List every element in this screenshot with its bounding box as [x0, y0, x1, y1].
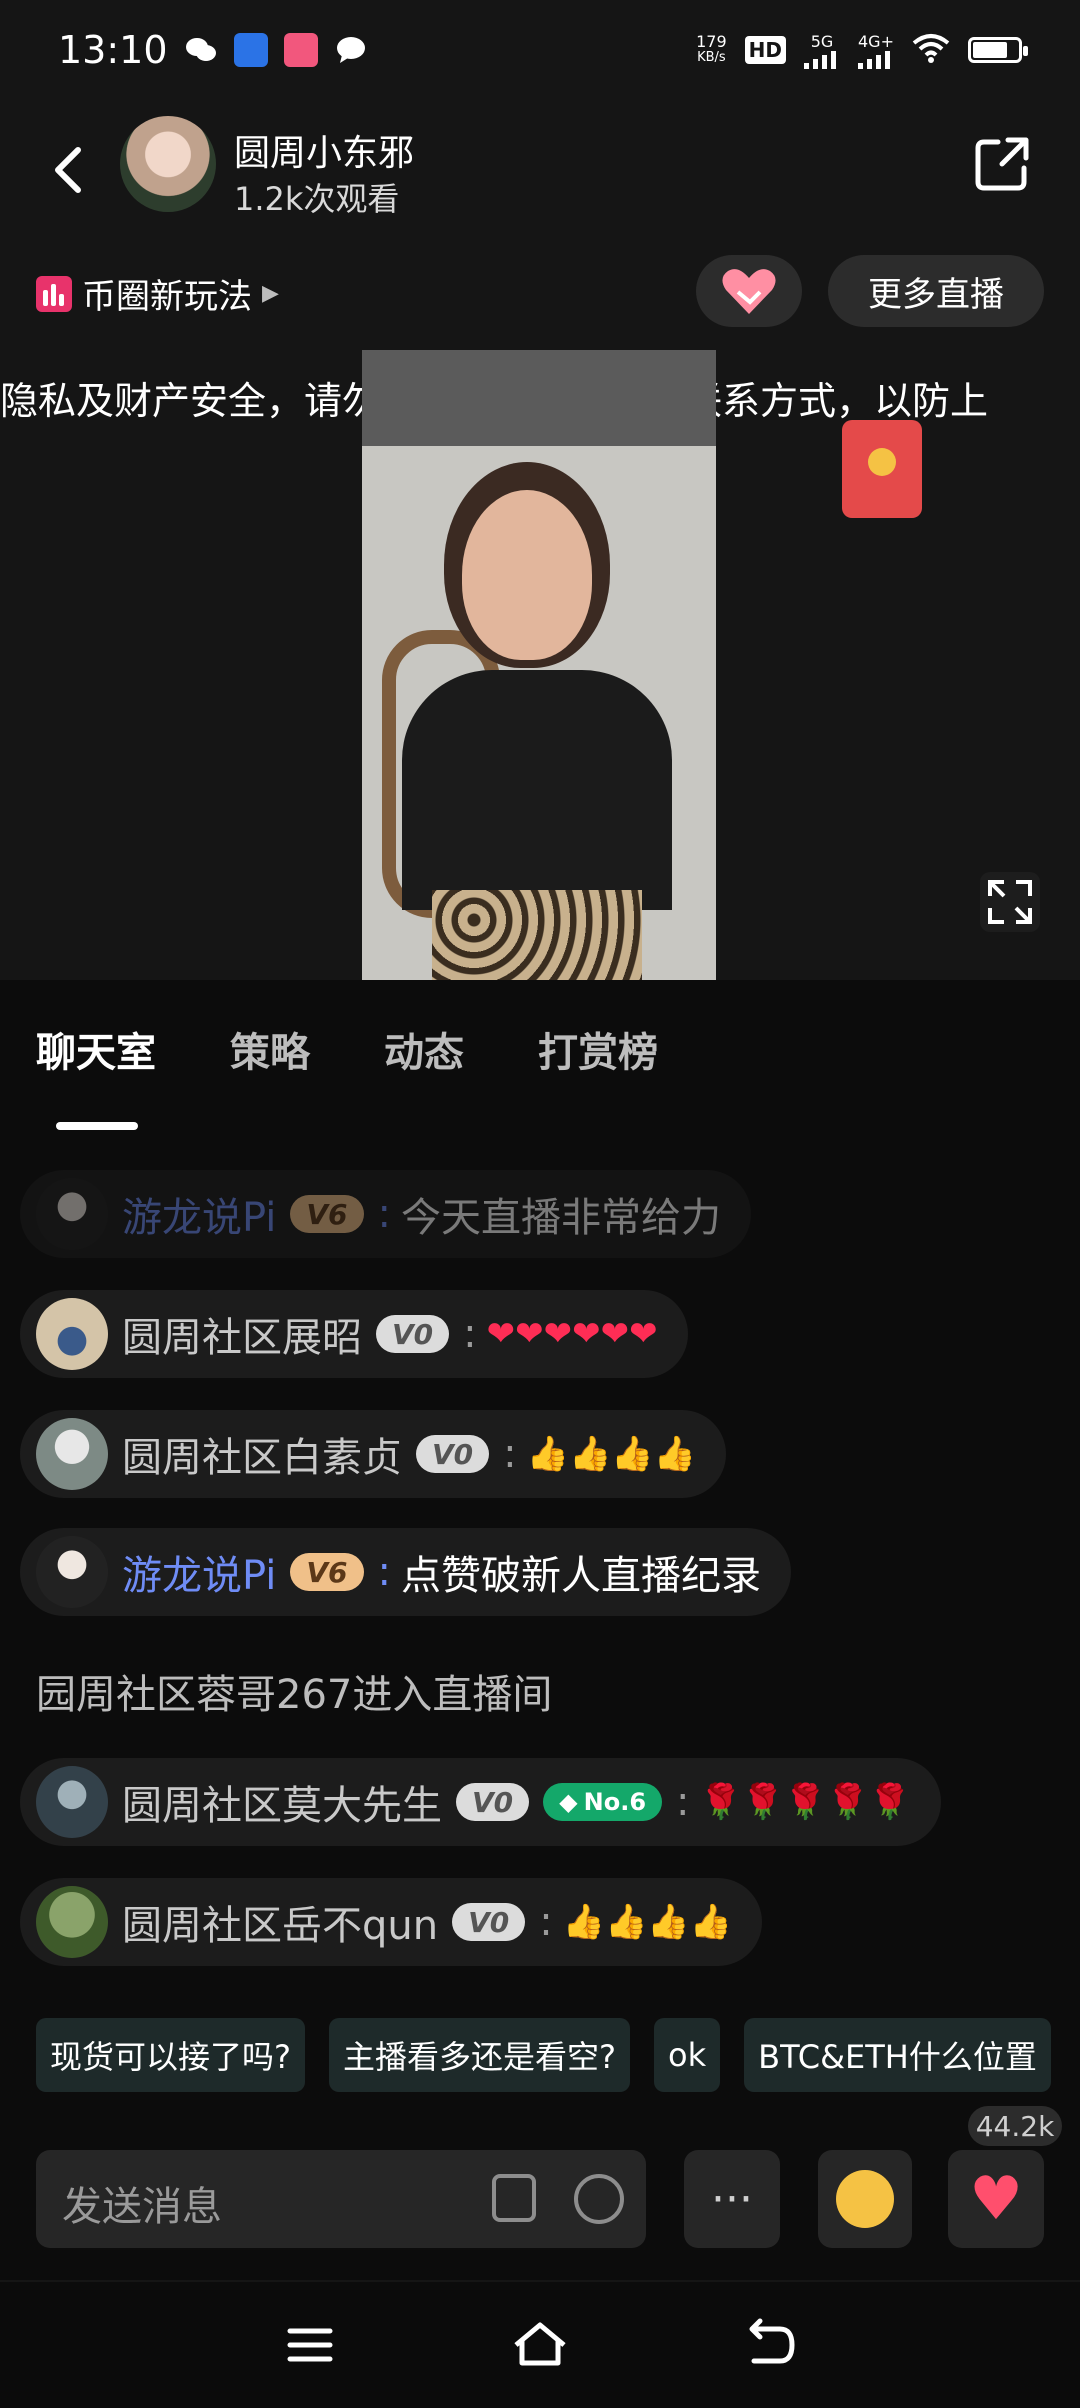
status-bar: 13:10 179 KB/s HD 5G 4G+	[0, 0, 1080, 100]
message-input[interactable]: 发送消息	[36, 2150, 646, 2248]
quick-reply[interactable]: 现货可以接了吗?	[36, 2018, 305, 2092]
chat-message[interactable]: 游龙说Pi V6 : 今天直播非常给力	[20, 1170, 751, 1258]
streamer-skirt	[432, 890, 642, 980]
shopping-app-icon	[283, 33, 318, 67]
quick-replies: 现货可以接了吗? 主播看多还是看空? ok BTC&ETH什么位置	[0, 2018, 1080, 2092]
user-name: 圆周社区白素贞	[122, 1435, 402, 1481]
message-content: 🌹🌹🌹🌹🌹	[699, 1782, 912, 1822]
system-nav-bar	[0, 2282, 1080, 2408]
anchor-name[interactable]: 圆周小东邪	[234, 124, 414, 176]
colon: :	[676, 1779, 690, 1825]
anchor-avatar[interactable]	[120, 116, 216, 212]
user-avatar	[36, 1178, 108, 1250]
user-avatar	[36, 1766, 108, 1838]
user-avatar	[36, 1418, 108, 1490]
red-packet-outline-icon[interactable]	[492, 2174, 536, 2222]
share-icon[interactable]	[972, 134, 1032, 194]
tab-feed[interactable]: 动态	[384, 1020, 464, 1100]
colon: :	[377, 1549, 391, 1595]
live-header: 圆周小东邪 1.2k次观看	[0, 110, 1080, 230]
user-name: 圆周社区岳不qun	[122, 1903, 439, 1949]
user-name: 圆周社区莫大先生	[122, 1783, 442, 1829]
more-button[interactable]: ···	[684, 2150, 780, 2248]
user-avatar	[36, 1298, 108, 1370]
panel-tabs: 聊天室 策略 动态 打赏榜	[0, 1020, 1080, 1130]
streamer-head	[462, 490, 592, 660]
video-top-strip	[362, 350, 716, 446]
message-content: ❤❤❤❤❤❤	[486, 1314, 658, 1354]
chart-bars-icon	[36, 275, 72, 312]
bitcoin-gift-icon[interactable]	[818, 2150, 912, 2248]
emoji-icon[interactable]	[574, 2174, 624, 2224]
like-count: 44.2k	[968, 2106, 1062, 2146]
back-icon[interactable]	[40, 140, 100, 200]
handshake-heart-icon	[722, 269, 776, 314]
battery-icon	[968, 37, 1028, 63]
colon: :	[463, 1311, 477, 1357]
message-bubble-icon	[334, 33, 368, 67]
status-bar-left: 13:10	[58, 28, 368, 72]
tab-chatroom[interactable]: 聊天室	[36, 1020, 156, 1130]
level-badge: V0	[456, 1783, 530, 1821]
live-video[interactable]	[362, 350, 716, 980]
chat-message[interactable]: 圆周社区白素贞 V0 : 👍👍👍👍	[20, 1410, 726, 1498]
chat-message[interactable]: 圆周社区岳不qun V0 : 👍👍👍👍	[20, 1878, 763, 1966]
fullscreen-icon[interactable]	[980, 872, 1040, 932]
user-name: 圆周社区展昭	[122, 1315, 362, 1361]
topic-tag[interactable]: 币圈新玩法 ▶	[36, 269, 279, 318]
app-notification-icon	[233, 33, 268, 67]
diamond-icon: ◆	[559, 1788, 578, 1816]
message-content: 👍👍👍👍	[562, 1902, 733, 1942]
like-heart-icon[interactable]: ♥	[948, 2150, 1044, 2248]
menu-icon[interactable]	[280, 2315, 340, 2375]
level-badge: V0	[376, 1315, 450, 1353]
topic-row: 币圈新玩法 ▶ 更多直播	[0, 255, 1080, 327]
status-time: 13:10	[58, 28, 168, 72]
net-speed: 179 KB/s	[696, 32, 727, 66]
colon: :	[503, 1431, 517, 1477]
level-badge: V0	[452, 1903, 526, 1941]
user-avatar	[36, 1536, 108, 1608]
message-content: 👍👍👍👍	[526, 1434, 696, 1474]
level-badge: V0	[416, 1435, 490, 1473]
hd-icon: HD	[744, 36, 786, 64]
signal-5g-icon: 5G	[804, 32, 840, 69]
chat-message[interactable]: 圆周社区展昭 V0 : ❤❤❤❤❤❤	[20, 1290, 688, 1378]
home-icon[interactable]	[510, 2315, 570, 2375]
wifi-icon	[912, 33, 950, 67]
topic-label: 币圈新玩法	[82, 277, 252, 317]
chat-message[interactable]: 圆周社区莫大先生 V0 ◆ No.6 : 🌹🌹🌹🌹🌹	[20, 1758, 942, 1846]
more-live-button[interactable]: 更多直播	[828, 255, 1044, 327]
input-row: 发送消息 ··· 44.2k ♥	[0, 2106, 1080, 2248]
wechat-icon	[184, 33, 218, 67]
quick-reply[interactable]: BTC&ETH什么位置	[744, 2018, 1051, 2092]
follow-heart-button[interactable]	[696, 255, 802, 327]
back-nav-icon[interactable]	[740, 2315, 800, 2375]
input-placeholder: 发送消息	[62, 2184, 222, 2230]
tab-strategy[interactable]: 策略	[230, 1020, 310, 1100]
quick-reply[interactable]: 主播看多还是看空?	[329, 2018, 630, 2092]
status-bar-right: 179 KB/s HD 5G 4G+	[696, 32, 1028, 69]
user-avatar	[36, 1886, 108, 1958]
colon: :	[377, 1191, 391, 1237]
rank-badge: ◆ No.6	[543, 1783, 663, 1821]
streamer-body	[402, 670, 672, 910]
viewer-count: 1.2k次观看	[234, 180, 400, 218]
red-packet-icon[interactable]	[842, 420, 922, 518]
tab-tip-ranking[interactable]: 打赏榜	[538, 1020, 658, 1100]
user-name: 游龙说Pi	[122, 1195, 277, 1241]
system-join-message: 园周社区蓉哥267进入直播间	[36, 1672, 553, 1718]
user-name: 游龙说Pi	[122, 1553, 277, 1599]
signal-4g-icon: 4G+	[858, 32, 894, 69]
chat-panel: 聊天室 策略 动态 打赏榜 游龙说Pi V6 : 今天直播非常给力 圆周社区展昭…	[0, 980, 1080, 2280]
chat-message[interactable]: 游龙说Pi V6 : 点赞破新人直播纪录	[20, 1528, 791, 1616]
level-badge: V6	[290, 1553, 364, 1591]
level-badge: V6	[290, 1195, 364, 1233]
play-triangle-icon: ▶	[262, 281, 279, 306]
message-content: 今天直播非常给力	[401, 1195, 721, 1241]
message-content: 点赞破新人直播纪录	[401, 1553, 761, 1599]
colon: :	[539, 1899, 553, 1945]
quick-reply[interactable]: ok	[654, 2018, 721, 2092]
